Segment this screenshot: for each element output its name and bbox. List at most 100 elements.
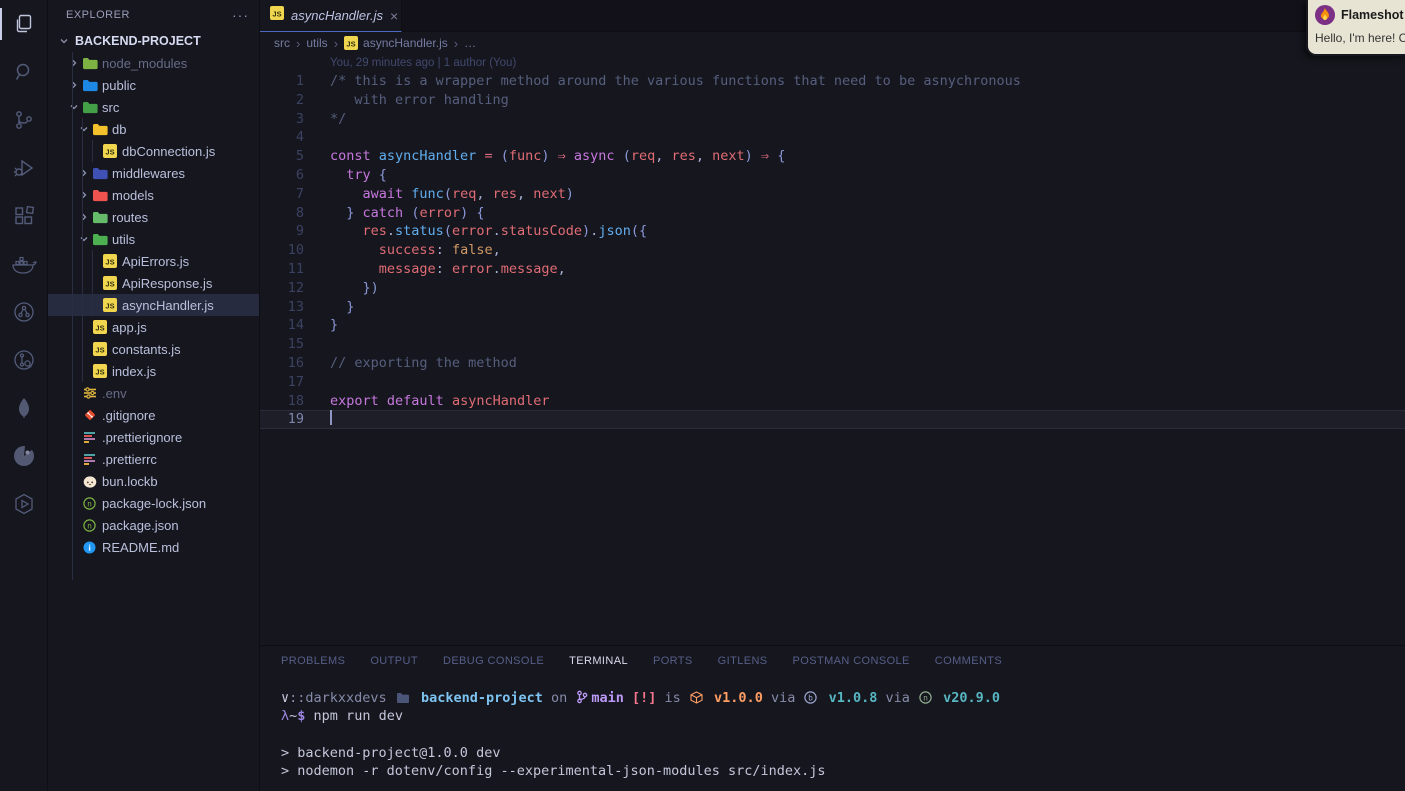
tab-label: asyncHandler.js [291, 8, 384, 23]
tree-item-dbConnection-js[interactable]: JS dbConnection.js [48, 140, 259, 162]
line-number: 14 [287, 317, 304, 334]
chevron-right-icon [66, 77, 81, 93]
panel-tab-problems[interactable]: PROBLEMS [281, 655, 345, 667]
line-number: 5 [295, 148, 304, 165]
tree-item-README-md[interactable]: i README.md [48, 536, 259, 558]
panel-tab-comments[interactable]: COMMENTS [935, 655, 1002, 667]
activity-postman-icon[interactable] [0, 432, 48, 480]
tree-root-label: BACKEND-PROJECT [75, 34, 201, 48]
folder-db-icon [91, 121, 108, 137]
tree-item--env[interactable]: .env [48, 382, 259, 404]
activity-source-control-icon[interactable] [0, 96, 48, 144]
tree-item-ApiErrors-js[interactable]: JS ApiErrors.js [48, 250, 259, 272]
tree-item-node-modules[interactable]: node_modules [48, 52, 259, 74]
code-line-14: 14} [260, 316, 1405, 335]
tree-item-models[interactable]: models [48, 184, 259, 206]
env-file-icon [81, 385, 98, 401]
tree-item-constants-js[interactable]: JS constants.js [48, 338, 259, 360]
tree-item-label: constants.js [112, 341, 181, 357]
tree-item--prettierignore[interactable]: .prettierignore [48, 426, 259, 448]
tree-item-routes[interactable]: routes [48, 206, 259, 228]
flameshot-notification[interactable]: Flameshot Hello, I'm here! C [1306, 0, 1405, 56]
code-editor[interactable]: You, 29 minutes ago | 1 author (You) 1 /*… [260, 54, 1405, 645]
tree-item-bun-lockb[interactable]: bun.lockb [48, 470, 259, 492]
chevron-right-icon [66, 55, 81, 71]
code-line-2: 2 with error handling [260, 91, 1405, 110]
activity-gitlens-icon[interactable] [0, 336, 48, 384]
line-number: 13 [287, 298, 304, 315]
breadcrumb-label: utils [306, 36, 328, 50]
breadcrumb-item-utils[interactable]: utils [306, 36, 327, 50]
tree-item--gitignore[interactable]: .gitignore [48, 404, 259, 426]
activity-bar [0, 0, 48, 791]
svg-text:JS: JS [105, 148, 114, 157]
tree-item-public[interactable]: public [48, 74, 259, 96]
activity-explorer-icon[interactable] [0, 0, 48, 48]
code-line-16: 16 // exporting the method [260, 354, 1405, 373]
svg-text:n: n [87, 499, 92, 508]
activity-run-debug-icon[interactable] [0, 144, 48, 192]
chevron-down-icon [76, 121, 91, 137]
activity-docker-icon[interactable] [0, 240, 48, 288]
svg-text:b: b [809, 693, 814, 702]
activity-mongodb-icon[interactable] [0, 384, 48, 432]
terminal-output[interactable]: ∨::darkxxdevs backend-project on main [!… [260, 676, 1405, 780]
code-text: await func(req, res, next) [362, 185, 574, 202]
tab-close-icon[interactable]: × [390, 9, 398, 23]
tree-item-app-js[interactable]: JS app.js [48, 316, 259, 338]
panel-tab-ports[interactable]: PORTS [653, 655, 693, 667]
indent-guide [91, 250, 93, 316]
tree-item-asyncHandler-js[interactable]: JS asyncHandler.js [48, 294, 259, 316]
panel-tab-terminal[interactable]: TERMINAL [569, 655, 628, 667]
line-number: 18 [287, 392, 304, 409]
tree-item-index-js[interactable]: JS index.js [48, 360, 259, 382]
folder-public-icon [81, 77, 98, 93]
panel-tab-postman-console[interactable]: POSTMAN CONSOLE [793, 655, 910, 667]
code-line-15: 15 [260, 335, 1405, 354]
tree-item-label: public [102, 77, 136, 93]
panel-tab-gitlens[interactable]: GITLENS [718, 655, 768, 667]
breadcrumb-label: src [274, 36, 290, 50]
code-text: try { [346, 166, 387, 183]
tree-item-label: .prettierrc [102, 451, 157, 467]
code-line-6: 6 try { [260, 166, 1405, 185]
tree-item-src[interactable]: src [48, 96, 259, 118]
tree-item--prettierrc[interactable]: .prettierrc [48, 448, 259, 470]
tree-item-label: .prettierignore [102, 429, 183, 445]
breadcrumb-item-more[interactable]: … [464, 36, 476, 50]
tree-item-ApiResponse-js[interactable]: JS ApiResponse.js [48, 272, 259, 294]
tab-asyncHandler-js[interactable]: JS asyncHandler.js × [260, 0, 402, 32]
breadcrumb-item-src[interactable]: src [274, 36, 290, 50]
svg-text:n: n [923, 693, 928, 702]
tree-item-package-json[interactable]: n package.json [48, 514, 259, 536]
panel-tab-debug-console[interactable]: DEBUG CONSOLE [443, 655, 544, 667]
panel-tab-output[interactable]: OUTPUT [370, 655, 418, 667]
activity-search-icon[interactable] [0, 48, 48, 96]
activity-remote-graph-icon[interactable] [0, 288, 48, 336]
code-line-1: 1 /* this is a wrapper method around the … [260, 72, 1405, 91]
svg-text:JS: JS [105, 258, 114, 267]
breadcrumb-item-asyncHandler-js[interactable]: JS asyncHandler.js [344, 36, 448, 50]
activity-hexagon-play-icon[interactable] [0, 480, 48, 528]
gitlens-blame: You, 29 minutes ago | 1 author (You) [330, 57, 517, 69]
tree-item-label: package-lock.json [102, 495, 207, 511]
tree-item-utils[interactable]: utils [48, 228, 259, 250]
tab-bar: JS asyncHandler.js × [260, 0, 1405, 32]
terminal-line: λ~$ npm run dev [281, 708, 403, 725]
activity-extensions-icon[interactable] [0, 192, 48, 240]
more-actions-icon[interactable]: ··· [232, 7, 249, 23]
svg-text:n: n [87, 521, 92, 530]
tree-item-label: ApiResponse.js [122, 275, 213, 291]
tree-item-db[interactable]: db [48, 118, 259, 140]
tree-item-middlewares[interactable]: middlewares [48, 162, 259, 184]
tree-item-label: utils [112, 231, 136, 247]
tree-item-root[interactable]: BACKEND-PROJECT [48, 30, 259, 52]
js-file-icon: JS [344, 36, 359, 50]
tree-item-package-lock-json[interactable]: n package-lock.json [48, 492, 259, 514]
